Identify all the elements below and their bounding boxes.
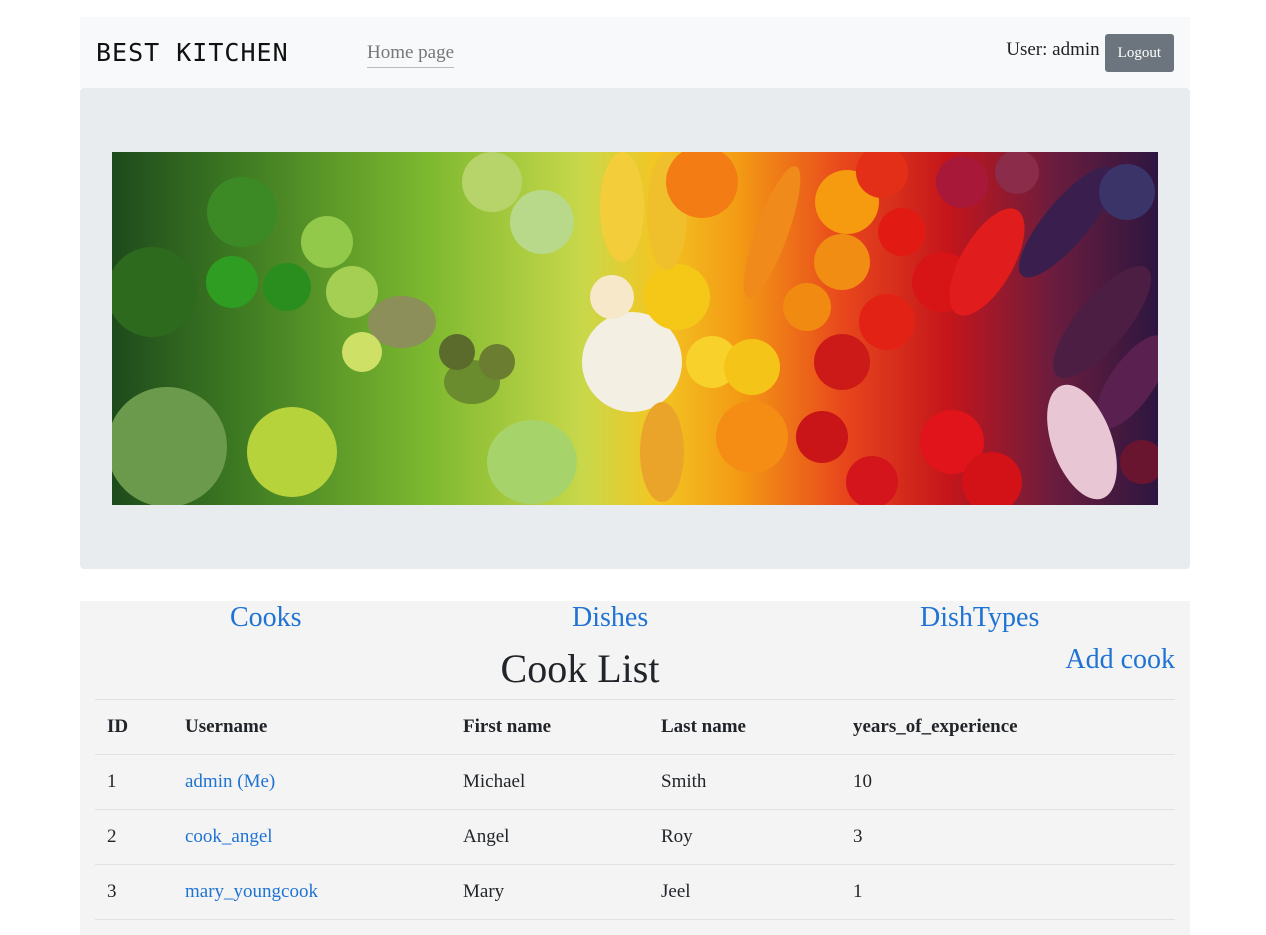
- column-header-first-name: First name: [451, 699, 649, 755]
- cell-first-name: Mary: [451, 864, 649, 920]
- table-row: 1 admin (Me) Michael Smith 10: [95, 754, 1175, 810]
- dish-types-link[interactable]: DishTypes: [920, 601, 1039, 635]
- vegetables-banner-image: [112, 152, 1158, 505]
- table-row: 3 mary_youngcook Mary Jeel 1: [95, 864, 1175, 920]
- cell-first-name: Angel: [451, 809, 649, 865]
- cook-list-panel: Cooks Dishes DishTypes Cook List Add coo…: [80, 601, 1190, 935]
- add-cook-link[interactable]: Add cook: [1065, 643, 1175, 677]
- jumbotron: [80, 88, 1190, 569]
- logout-button[interactable]: Logout: [1104, 34, 1174, 72]
- username-link[interactable]: cook_angel: [185, 826, 273, 847]
- cell-id: 1: [95, 754, 173, 810]
- column-header-username: Username: [173, 699, 451, 755]
- current-user-label: User: admin: [1006, 39, 1100, 60]
- cell-id: 2: [95, 809, 173, 865]
- cell-last-name: Roy: [649, 809, 841, 865]
- cooks-link[interactable]: Cooks: [230, 601, 302, 635]
- cell-years: 1: [841, 864, 1175, 920]
- navbar: BEST KITCHEN Home page User: admin Logou…: [80, 17, 1190, 88]
- dishes-link[interactable]: Dishes: [572, 601, 648, 635]
- home-page-link[interactable]: Home page: [367, 41, 455, 68]
- page-container: BEST KITCHEN Home page User: admin Logou…: [80, 17, 1190, 569]
- user-area: User: admin Logout: [1006, 34, 1174, 72]
- username-link[interactable]: mary_youngcook: [185, 881, 318, 902]
- cell-username: admin (Me): [173, 754, 451, 810]
- cell-last-name: Smith: [649, 754, 841, 810]
- username-link[interactable]: admin (Me): [185, 771, 275, 792]
- column-header-id: ID: [95, 699, 173, 755]
- table-header-row: ID Username First name Last name years_o…: [95, 699, 1175, 755]
- cell-id: 3: [95, 864, 173, 920]
- cell-first-name: Michael: [451, 754, 649, 810]
- page-title: Cook List: [500, 646, 660, 691]
- cell-years: 10: [841, 754, 1175, 810]
- column-header-years-of-experience: years_of_experience: [841, 699, 1175, 755]
- table-row: 2 cook_angel Angel Roy 3: [95, 809, 1175, 865]
- column-header-last-name: Last name: [649, 699, 841, 755]
- cell-last-name: Jeel: [649, 864, 841, 920]
- brand-logo[interactable]: BEST KITCHEN: [96, 38, 289, 68]
- cell-username: cook_angel: [173, 809, 451, 865]
- cell-years: 3: [841, 809, 1175, 865]
- cell-username: mary_youngcook: [173, 864, 451, 920]
- cooks-table: ID Username First name Last name years_o…: [95, 699, 1175, 920]
